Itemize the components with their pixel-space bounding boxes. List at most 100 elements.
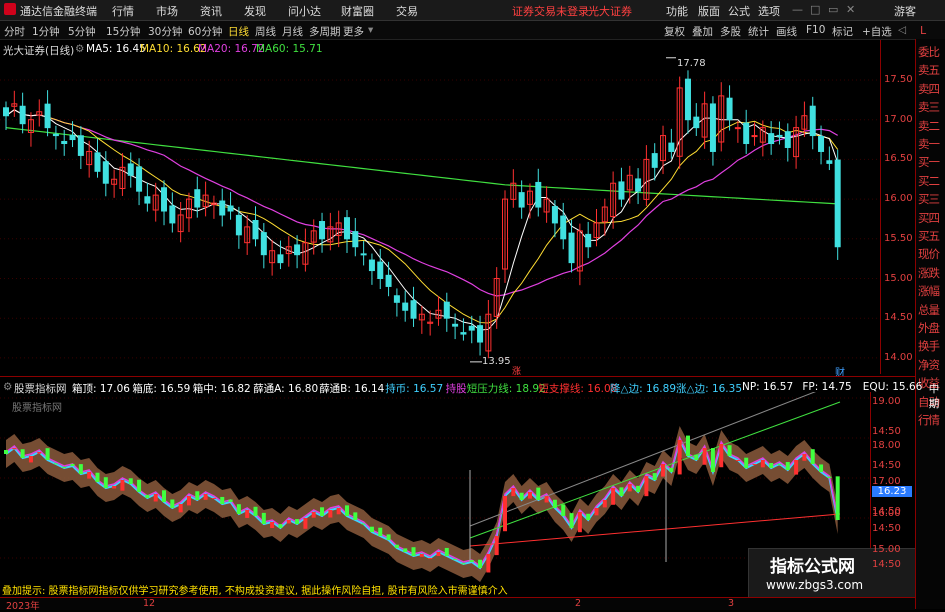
sidebar-item[interactable]: 买二 [918,173,940,189]
indicator-candle [494,536,499,556]
broker-name[interactable]: 光大证券 [588,3,632,19]
period-15min[interactable]: 15分钟 [106,24,140,39]
indicator-candle [403,548,408,552]
candle [410,286,417,327]
indicator-candle [137,479,142,492]
tool-stats[interactable]: 统计 [748,24,769,39]
sidebar-item[interactable]: 行情 [918,412,940,428]
indicator-candle [45,448,50,460]
menu-discover[interactable]: 发现 [244,3,266,19]
tool-mark[interactable]: 标记 [832,24,853,39]
candle [618,167,625,207]
tool-rights[interactable]: 复权 [664,24,685,39]
candle [502,190,509,283]
candle [277,240,284,270]
tool-draw[interactable]: 画线 [776,24,797,39]
more-chevron-icon[interactable]: ▾ [368,24,373,36]
indicator-candle [511,488,516,497]
period-monthly[interactable]: 月线 [282,24,303,39]
close-icon[interactable]: ✕ [846,3,855,16]
sidebar-item[interactable]: 现价 [918,246,940,262]
candle [701,91,708,149]
indicator-axis-label: 19.00 [872,396,901,407]
low-marker-label: 13.95 [482,356,511,367]
menu-trade[interactable]: 交易 [396,3,418,19]
indicator-candle [95,472,100,482]
menu-wealth[interactable]: 财富圈 [341,3,374,19]
menu-options[interactable]: 选项 [758,3,780,19]
indicator-candle [270,522,275,529]
candle [11,90,18,117]
candle [643,145,650,207]
sidebar-item[interactable]: 买一 [918,154,940,170]
candle [826,146,833,171]
guest-label[interactable]: 游客 [894,3,916,19]
arrow-left-icon[interactable]: ◁ [898,24,906,36]
sidebar-item[interactable]: 卖四 [918,81,940,97]
candle [368,253,375,285]
add-watchlist-button[interactable]: +自选 [862,24,892,39]
sidebar-item[interactable]: 买三 [918,191,940,207]
indicator-candle [186,496,191,506]
indicator-axis-label: 14:50 [872,426,901,437]
menu-function[interactable]: 功能 [666,3,688,19]
sidebar-item[interactable]: 涨跌 [918,265,940,281]
candle [302,228,309,272]
sidebar-item[interactable]: 卖三 [918,99,940,115]
sidebar-item[interactable]: 买五 [918,228,940,244]
menu-news[interactable]: 资讯 [200,3,222,19]
watermark-url: www.zbgs3.com [766,578,864,592]
period-weekly[interactable]: 周线 [255,24,276,39]
indicator-chart[interactable] [0,392,870,597]
sidebar-item[interactable]: 总量 [918,302,940,318]
candle [260,223,267,269]
tool-overlay[interactable]: 叠加 [692,24,713,39]
sidebar-item[interactable]: 涨幅 [918,283,940,299]
period-more[interactable]: 更多 [343,24,364,39]
indicator-candle [644,476,649,497]
period-30min[interactable]: 30分钟 [148,24,182,39]
sidebar-item[interactable]: 换手 [918,338,940,354]
candle [52,125,59,150]
sidebar-item[interactable]: 卖一 [918,136,940,152]
price-axis [880,40,915,374]
sidebar-item[interactable]: 外盘 [918,320,940,336]
sidebar-item[interactable]: 净资 [918,357,940,373]
period-multi[interactable]: 多周期 [309,24,341,39]
indicator-candle [552,499,557,508]
candle [543,186,550,223]
indicator-candle [78,464,83,474]
menu-ask[interactable]: 问小达 [288,3,321,19]
restore-icon[interactable]: ▭ [828,3,838,16]
indicator-candle [827,476,832,478]
period-5min[interactable]: 5分钟 [68,24,96,39]
candle [734,121,741,143]
menu-formula[interactable]: 公式 [728,3,750,19]
menu-layout[interactable]: 版面 [698,3,720,19]
menu-market[interactable]: 市场 [156,3,178,19]
price-axis-label: 14.00 [884,351,913,363]
sidebar-item[interactable]: 委比 [918,44,940,60]
indicator-candle [469,560,474,562]
sidebar-item[interactable]: 卖二 [918,118,940,134]
sidebar-item[interactable]: 卖五 [918,62,940,78]
maximize-icon[interactable]: □ [810,3,820,16]
candle [136,158,143,206]
sidebar-item[interactable]: 买四 [918,210,940,226]
indicator-candle [170,499,175,508]
minimize-icon[interactable]: — [792,3,803,16]
login-status[interactable]: 证券交易未登录 [512,3,589,19]
period-1min[interactable]: 1分钟 [32,24,60,39]
menu-quotes[interactable]: 行情 [112,3,134,19]
tool-multi-stock[interactable]: 多股 [720,24,741,39]
period-daily[interactable]: 日线 [228,24,249,39]
candle [319,212,326,253]
tool-f10[interactable]: F10 [806,24,825,36]
indicator-candle [311,512,316,518]
candlestick-chart[interactable] [0,40,880,376]
indicator-candle [211,498,216,499]
period-intraday[interactable]: 分时 [4,24,25,39]
period-60min[interactable]: 60分钟 [188,24,222,39]
candle [443,292,450,332]
indicator-candle [685,435,690,456]
